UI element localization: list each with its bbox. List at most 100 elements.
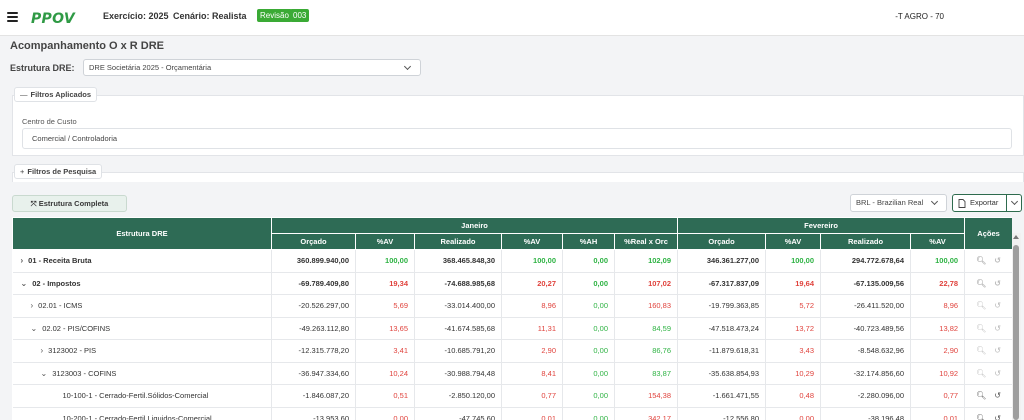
history-icon[interactable]: ↺: [994, 256, 1001, 265]
export-label: Exportar: [970, 198, 999, 207]
table-row[interactable]: › 02.01 - ICMS -20.526.297,00 5,69 -33.014.4…: [12, 294, 1012, 318]
table-cell: 2,90: [910, 339, 966, 363]
table-cell: -74.688.985,68: [414, 272, 502, 295]
search-detail-icon[interactable]: 🔍︎: [976, 279, 986, 288]
table-cell: -47.745,60: [414, 407, 502, 420]
table-cell: 0,00: [562, 249, 615, 273]
table-cell: 160,83: [614, 294, 679, 318]
history-icon[interactable]: ↺: [994, 346, 1001, 355]
table-cell: -2.850.120,00: [414, 384, 502, 408]
table-cell: 0,77: [501, 384, 563, 408]
table-row[interactable]: 10-200-1 - Cerrado-Fertil.Liquidos-Comer…: [12, 407, 1012, 420]
column-header[interactable]: %AH: [562, 233, 615, 250]
table-cell: 0,01: [501, 407, 563, 420]
chevron-down-icon[interactable]: ⌄: [31, 324, 38, 333]
table-cell: 5,69: [355, 294, 415, 318]
row-name: 01 - Receita Bruta: [28, 256, 92, 266]
company-selector[interactable]: -T AGRO - 70: [895, 12, 944, 21]
history-icon[interactable]: ↺: [994, 301, 1001, 310]
row-actions-cell: 🔍︎ ↺: [964, 317, 1012, 340]
revision-number-badge: 003: [290, 9, 310, 22]
table-cell: -30.988.794,48: [414, 362, 502, 385]
table-row[interactable]: ⌄ 3123003 - COFINS -36.947.334,60 10,24 -30.…: [12, 362, 1012, 385]
search-detail-icon[interactable]: 🔍︎: [976, 256, 986, 265]
search-filters-toggle[interactable]: + Filtros de Pesquisa: [14, 164, 103, 179]
history-icon[interactable]: ↺: [994, 324, 1001, 333]
table-cell: 8,41: [501, 362, 563, 385]
history-icon[interactable]: ↺: [994, 369, 1001, 378]
table-cell: -12.315.778,20: [271, 339, 356, 363]
search-detail-icon[interactable]: 🔍︎: [976, 324, 986, 333]
column-header[interactable]: Realizado: [820, 233, 912, 250]
chevron-right-icon[interactable]: ›: [41, 346, 44, 355]
full-structure-button[interactable]: ⤧ Estrutura Completa: [12, 195, 127, 212]
app-logo[interactable]: PPOV: [31, 11, 75, 27]
column-header[interactable]: %AV: [501, 233, 563, 250]
history-icon[interactable]: ↺: [994, 414, 1001, 420]
search-detail-icon[interactable]: 🔍︎: [976, 414, 986, 420]
table-cell: 346.361.277,00: [677, 249, 767, 273]
table-row[interactable]: › 01 - Receita Bruta 360.899.940,00 100,00 3…: [12, 249, 1012, 273]
cost-center-field[interactable]: Comercial / Controladoria: [22, 128, 1012, 149]
chevron-down-icon[interactable]: ⌄: [41, 369, 48, 378]
row-name: 02.02 - PIS/COFINS: [42, 323, 111, 333]
structure-label: Estrutura DRE:: [10, 63, 75, 73]
structure-select-value: DRE Societária 2025 - Orçamentária: [89, 63, 212, 72]
column-header[interactable]: %AV: [910, 233, 966, 250]
chevron-down-icon[interactable]: ⌄: [21, 279, 28, 288]
history-icon[interactable]: ↺: [994, 279, 1001, 288]
chevron-right-icon[interactable]: ›: [31, 301, 34, 310]
table-cell: 19,34: [355, 272, 415, 295]
collapse-icon: —: [20, 90, 28, 99]
row-actions-cell: 🔍︎ ↺: [964, 407, 1012, 420]
table-cell: 2,90: [501, 339, 563, 363]
table-cell: 154,38: [614, 384, 679, 408]
scroll-up-icon[interactable]: [1013, 235, 1019, 239]
scrollbar-thumb[interactable]: [1013, 245, 1019, 420]
structure-select[interactable]: DRE Societária 2025 - Orçamentária: [83, 59, 421, 76]
dre-table-container: Estrutura DRE Janeiro Fevereiro Ações Or…: [12, 217, 1012, 420]
search-detail-icon[interactable]: 🔍︎: [976, 369, 986, 378]
dre-table: Estrutura DRE Janeiro Fevereiro Ações Or…: [12, 217, 1012, 420]
table-cell: 22,78: [910, 272, 966, 295]
table-cell: -19.799.363,85: [677, 294, 767, 318]
table-row[interactable]: ⌄ 02 - Impostos -69.789.409,80 19,34 -74.688…: [12, 272, 1012, 295]
table-cell: 0,00: [355, 407, 415, 420]
table-cell: -40.723.489,56: [820, 317, 912, 340]
search-detail-icon[interactable]: 🔍︎: [976, 391, 986, 400]
column-header[interactable]: Orçado: [271, 233, 356, 250]
table-cell: 3,41: [355, 339, 415, 363]
column-header[interactable]: %AV: [355, 233, 415, 250]
table-cell: 107,02: [614, 272, 679, 295]
chevron-down-icon: [1010, 197, 1019, 206]
table-cell: -69.789.409,80: [271, 272, 356, 295]
column-header[interactable]: Orçado: [677, 233, 767, 250]
search-detail-icon[interactable]: 🔍︎: [976, 346, 986, 355]
export-button[interactable]: Exportar: [952, 194, 1007, 212]
export-dropdown-button[interactable]: [1006, 194, 1022, 212]
applied-filters-toggle[interactable]: — Filtros Aplicados: [14, 87, 98, 102]
column-header[interactable]: Realizado: [414, 233, 502, 250]
history-icon[interactable]: ↺: [994, 391, 1001, 400]
chevron-right-icon[interactable]: ›: [21, 256, 24, 265]
row-name: 3123002 - PIS: [48, 346, 97, 356]
row-name-cell: › 3123002 - PIS: [12, 339, 272, 363]
table-cell: -41.674.585,68: [414, 317, 502, 340]
table-cell: 10,92: [910, 362, 966, 385]
table-cell: -20.526.297,00: [271, 294, 356, 318]
currency-select[interactable]: BRL - Brazilian Real: [850, 194, 947, 212]
table-cell: -8.548.632,96: [820, 339, 912, 363]
table-row[interactable]: › 3123002 - PIS -12.315.778,20 3,41 -10.685.…: [12, 339, 1012, 363]
table-cell: -2.280.096,00: [820, 384, 912, 408]
table-row[interactable]: 10-100-1 - Cerrado-Fertil.Sólidos-Comerc…: [12, 384, 1012, 408]
table-cell: -26.411.520,00: [820, 294, 912, 318]
table-row[interactable]: ⌄ 02.02 - PIS/COFINS -49.263.112,80 13,65 -4…: [12, 317, 1012, 340]
row-actions-cell: 🔍︎ ↺: [964, 339, 1012, 363]
column-header[interactable]: %Real x Orc: [613, 233, 679, 250]
search-detail-icon[interactable]: 🔍︎: [976, 301, 986, 310]
menu-icon[interactable]: [7, 12, 18, 22]
row-name: 10-200-1 - Cerrado-Fertil.Liquidos-Comer…: [62, 413, 212, 420]
column-header[interactable]: %AV: [765, 233, 822, 250]
table-cell: 368.465.848,30: [414, 249, 502, 273]
dre-table-body: › 01 - Receita Bruta 360.899.940,00 100,00 3…: [12, 249, 1012, 420]
